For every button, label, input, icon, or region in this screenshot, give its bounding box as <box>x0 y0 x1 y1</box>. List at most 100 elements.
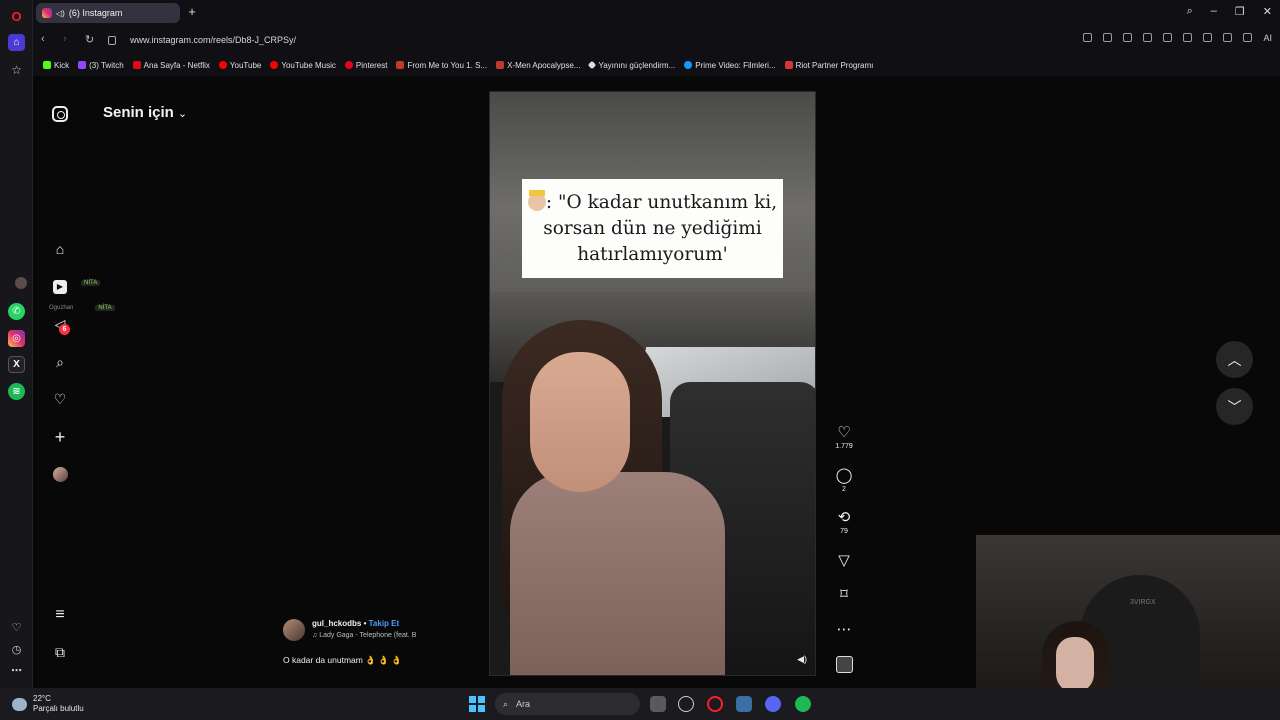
aria-ai-button[interactable]: AI <box>1263 33 1272 43</box>
camera-icon[interactable] <box>1103 33 1113 42</box>
bookmark-from-me-to-you[interactable]: From Me to You 1. S... <box>396 61 487 70</box>
ghost-tag: NİTA <box>81 280 101 286</box>
heart-like-icon: ♡ <box>837 424 851 441</box>
netflix-icon <box>132 61 141 69</box>
search-icon: ⌕ <box>503 698 509 709</box>
author-username[interactable]: gul_hckodbs <box>312 619 361 628</box>
discord-icon[interactable] <box>765 696 781 712</box>
ghost-notification: NİTA <box>15 277 101 289</box>
profile-avatar[interactable] <box>52 466 68 482</box>
search-icon[interactable]: ⌕ <box>52 354 68 370</box>
bookmark-youtube-music[interactable]: YouTube Music <box>270 61 336 70</box>
opera-logo-icon[interactable]: O <box>8 8 25 25</box>
speaker-icon[interactable]: ◁) <box>56 9 65 18</box>
extensions-icon[interactable] <box>1243 33 1253 42</box>
lock-icon <box>108 36 116 45</box>
diamond-icon <box>588 60 597 70</box>
audio-track[interactable]: ♫ Lady Gaga - Telephone (feat. B <box>312 632 416 639</box>
bookmark-boost[interactable]: Yayınını güçlendirm... <box>588 60 675 70</box>
bookmark-pinterest[interactable]: Pinterest <box>344 61 387 70</box>
weather-description: Parçalı bulutlu <box>33 704 84 713</box>
x-rail-icon[interactable]: X <box>8 356 25 373</box>
more-options[interactable]: ⋯ <box>832 621 856 639</box>
share-action[interactable]: ▽ <box>832 552 856 570</box>
spotify-icon[interactable] <box>795 696 811 712</box>
star-rail-icon[interactable]: ☆ <box>8 61 25 78</box>
spotify-rail-icon[interactable]: ≋ <box>8 383 25 400</box>
ghost-name: Oguzhan <box>49 305 74 311</box>
like-count: 1.779 <box>835 443 853 450</box>
taskbar-search[interactable]: ⌕ Ara <box>495 693 640 715</box>
search-placeholder: Ara <box>516 699 531 709</box>
edit-icon[interactable] <box>1083 33 1093 42</box>
url-text: www.instagram.com/reels/Db8-J_CRPSy/ <box>130 35 297 45</box>
play-icon[interactable] <box>1143 33 1153 42</box>
url-field[interactable]: www.instagram.com/reels/Db8-J_CRPSy/ <box>108 32 1038 49</box>
kick-icon <box>43 61 51 69</box>
opera-sidebar: O ⌂ ☆ ✆ ◎ X ≋ ♡ ◷ ⋯ <box>0 0 33 688</box>
bookmark-prime-video[interactable]: Prime Video: Filmleri... <box>684 61 776 70</box>
youtube-music-icon <box>270 61 279 69</box>
follow-button[interactable]: Takip Et <box>369 619 400 628</box>
download-icon[interactable] <box>1183 33 1193 42</box>
forward-icon[interactable]: › <box>63 33 67 45</box>
shield-icon[interactable] <box>1123 33 1133 42</box>
search-tabs-icon[interactable]: ⌕ <box>1187 5 1193 18</box>
bookmark-twitch[interactable]: (3) Twitch <box>78 61 124 70</box>
repost-action[interactable]: ⟲ 79 <box>832 509 856 535</box>
windows-start-icon[interactable] <box>469 696 485 712</box>
home-rail-icon[interactable]: ⌂ <box>8 34 25 51</box>
minimize-button[interactable]: – <box>1211 5 1217 18</box>
like-action[interactable]: ♡ 1.779 <box>832 424 856 450</box>
music-note-icon: ♫ <box>312 632 318 639</box>
bookmark-riot[interactable]: Riot Partner Programı <box>784 61 873 70</box>
back-icon[interactable]: ‹ <box>41 33 45 45</box>
notifications-heart-icon[interactable]: ♡ <box>52 391 68 407</box>
ghost-notification: Oguzhan NİTA <box>49 305 115 311</box>
feed-selector[interactable]: Senin için ⌄ <box>103 104 187 121</box>
reel-author: gul_hckodbs • Takip Et ♫ Lady Gaga - Tel… <box>283 619 416 641</box>
more-rail-icon[interactable]: ⋯ <box>8 662 25 679</box>
new-tab-button[interactable]: + <box>185 5 199 19</box>
menu-icon[interactable] <box>1203 33 1213 42</box>
audio-thumbnail[interactable] <box>836 656 853 673</box>
bookmark-x-men[interactable]: X-Men Apocalypse... <box>496 61 580 70</box>
comment-action[interactable]: ◯ 2 <box>832 467 856 493</box>
instagram-rail-icon[interactable]: ◎ <box>8 330 25 347</box>
bookmark-netflix[interactable]: Ana Sayfa - Netflix <box>132 61 210 70</box>
heart-rail-icon[interactable]: ♡ <box>8 619 25 636</box>
weather-widget[interactable]: 22°C Parçalı bulutlu <box>10 694 84 714</box>
streamer-face <box>1056 637 1094 693</box>
video-text-overlay: : "O kadar unutkanım ki, sorsan dün ne y… <box>522 179 783 278</box>
file-explorer-icon[interactable] <box>650 696 666 712</box>
instagram-logo-icon[interactable] <box>52 106 68 122</box>
next-reel-button[interactable]: ﹀ <box>1216 388 1253 425</box>
history-rail-icon[interactable]: ◷ <box>8 641 25 658</box>
app-icon[interactable] <box>678 696 694 712</box>
create-plus-icon[interactable]: + <box>52 427 68 447</box>
author-avatar[interactable] <box>283 619 305 641</box>
reel-video[interactable]: : "O kadar unutkanım ki, sorsan dün ne y… <box>489 91 816 676</box>
also-from-meta-icon[interactable]: ⧉ <box>52 644 68 660</box>
restore-button[interactable]: ❐ <box>1235 5 1245 18</box>
bookmark-youtube[interactable]: YouTube <box>218 61 261 70</box>
close-button[interactable]: ✕ <box>1263 5 1272 18</box>
whatsapp-rail-icon[interactable]: ✆ <box>8 303 25 320</box>
repost-icon: ⟲ <box>837 509 851 526</box>
previous-reel-button[interactable]: ︿ <box>1216 341 1253 378</box>
home-icon[interactable]: ⌂ <box>52 241 68 257</box>
chair-logo: 3VIRGX <box>1130 599 1156 606</box>
site-icon <box>396 61 405 69</box>
tab-instagram[interactable]: ◁) (6) Instagram <box>36 3 180 23</box>
volume-icon[interactable]: ◀) <box>797 654 807 665</box>
prime-video-icon <box>684 61 693 69</box>
save-action[interactable]: ⌑ <box>832 586 856 604</box>
bookmark-kick[interactable]: Kick <box>43 61 69 70</box>
heart-icon[interactable] <box>1163 33 1173 42</box>
app-icon[interactable] <box>736 696 752 712</box>
profile-icon[interactable] <box>1223 33 1233 42</box>
more-menu-icon[interactable]: ≡ <box>52 606 68 623</box>
reload-icon[interactable]: ↻ <box>85 33 94 46</box>
more-horizontal-icon: ⋯ <box>836 621 852 638</box>
opera-gx-icon[interactable] <box>707 696 723 712</box>
